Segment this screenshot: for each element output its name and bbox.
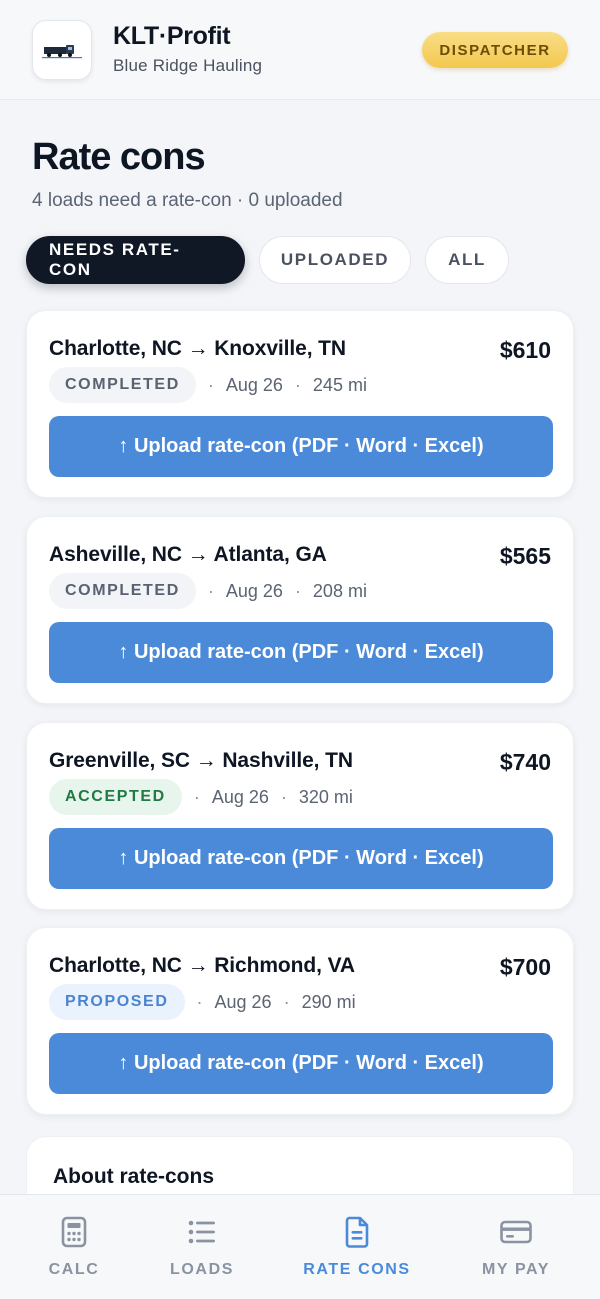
load-meta: ACCEPTED · Aug 26 · 320 mi: [49, 779, 353, 815]
load-card: Asheville, NC → Atlanta, GA $565 COMPLET…: [26, 516, 574, 704]
load-route: Asheville, NC → Atlanta, GA: [49, 543, 327, 566]
load-distance: 290 mi: [301, 991, 356, 1012]
nav-label: CALC: [48, 1261, 100, 1278]
tab-uploaded[interactable]: UPLOADED: [259, 236, 411, 284]
page-title: Rate cons: [32, 136, 206, 178]
load-details: · Aug 26 · 320 mi: [193, 786, 353, 807]
nav-rate-cons[interactable]: RATE CONS: [298, 1215, 416, 1285]
load-meta: COMPLETED · Aug 26 · 208 mi: [49, 573, 367, 609]
load-card: Charlotte, NC → Knoxville, TN $610 COMPL…: [26, 310, 574, 498]
nav-loads[interactable]: LOADS: [164, 1215, 240, 1285]
nav-label: MY PAY: [482, 1261, 550, 1278]
load-details: · Aug 26 · 245 mi: [207, 374, 367, 395]
nav-my-pay[interactable]: MY PAY: [474, 1215, 558, 1285]
load-route: Charlotte, NC → Knoxville, TN: [49, 337, 346, 360]
load-price: $740: [499, 749, 551, 775]
tab-needs-rate-con[interactable]: NEEDS RATE-CON: [26, 236, 245, 284]
list-icon: [188, 1220, 215, 1244]
role-badge: DISPATCHER: [422, 32, 568, 68]
status-badge: PROPOSED: [49, 984, 185, 1020]
status-badge: COMPLETED: [49, 573, 196, 609]
load-date: Aug 26: [211, 786, 269, 807]
load-date: Aug 26: [225, 374, 283, 395]
calculator-icon: [61, 1216, 87, 1248]
load-meta: PROPOSED · Aug 26 · 290 mi: [49, 984, 356, 1020]
document-icon: [345, 1216, 369, 1248]
nav-calc[interactable]: CALC: [38, 1215, 110, 1285]
load-route: Charlotte, NC → Richmond, VA: [49, 954, 355, 977]
load-date: Aug 26: [214, 991, 272, 1012]
page-subtitle: 4 loads need a rate-con · 0 uploaded: [32, 190, 343, 211]
status-badge: ACCEPTED: [49, 779, 182, 815]
load-price: $700: [499, 954, 551, 980]
app-root: KLT·Profit Blue Ridge Hauling DISPATCHER…: [0, 0, 600, 1299]
company-name: Blue Ridge Hauling: [113, 56, 263, 75]
nav-label: LOADS: [170, 1261, 234, 1278]
load-meta: COMPLETED · Aug 26 · 245 mi: [49, 367, 367, 403]
upload-rate-con-button[interactable]: ↑ Upload rate-con (PDF · Word · Excel): [49, 622, 553, 683]
load-date: Aug 26: [225, 580, 283, 601]
upload-rate-con-button[interactable]: ↑ Upload rate-con (PDF · Word · Excel): [49, 416, 553, 477]
load-distance: 245 mi: [312, 374, 367, 395]
load-price: $565: [499, 543, 551, 569]
load-details: · Aug 26 · 208 mi: [207, 580, 367, 601]
credit-card-icon: [500, 1220, 532, 1244]
load-price: $610: [499, 337, 551, 363]
company-logo: [32, 20, 92, 80]
nav-label: RATE CONS: [303, 1261, 411, 1278]
brand-title: KLT·Profit: [113, 22, 231, 50]
upload-rate-con-button[interactable]: ↑ Upload rate-con (PDF · Word · Excel): [49, 828, 553, 889]
app-header: KLT·Profit Blue Ridge Hauling DISPATCHER: [0, 0, 600, 100]
about-title: About rate-cons: [53, 1165, 215, 1188]
truck-logo-icon: [42, 45, 82, 59]
status-badge: COMPLETED: [49, 367, 196, 403]
filter-tabs: NEEDS RATE-CON UPLOADED ALL: [26, 236, 509, 284]
load-distance: 208 mi: [312, 580, 367, 601]
load-route: Greenville, SC → Nashville, TN: [49, 749, 353, 772]
load-card: Greenville, SC → Nashville, TN $740 ACCE…: [26, 722, 574, 910]
tab-all[interactable]: ALL: [425, 236, 509, 284]
load-card: Charlotte, NC → Richmond, VA $700 PROPOS…: [26, 927, 574, 1115]
load-distance: 320 mi: [298, 786, 353, 807]
load-details: · Aug 26 · 290 mi: [196, 991, 356, 1012]
upload-rate-con-button[interactable]: ↑ Upload rate-con (PDF · Word · Excel): [49, 1033, 553, 1094]
bottom-nav: CALC LOADS RATE CONS MY PAY: [0, 1194, 600, 1299]
